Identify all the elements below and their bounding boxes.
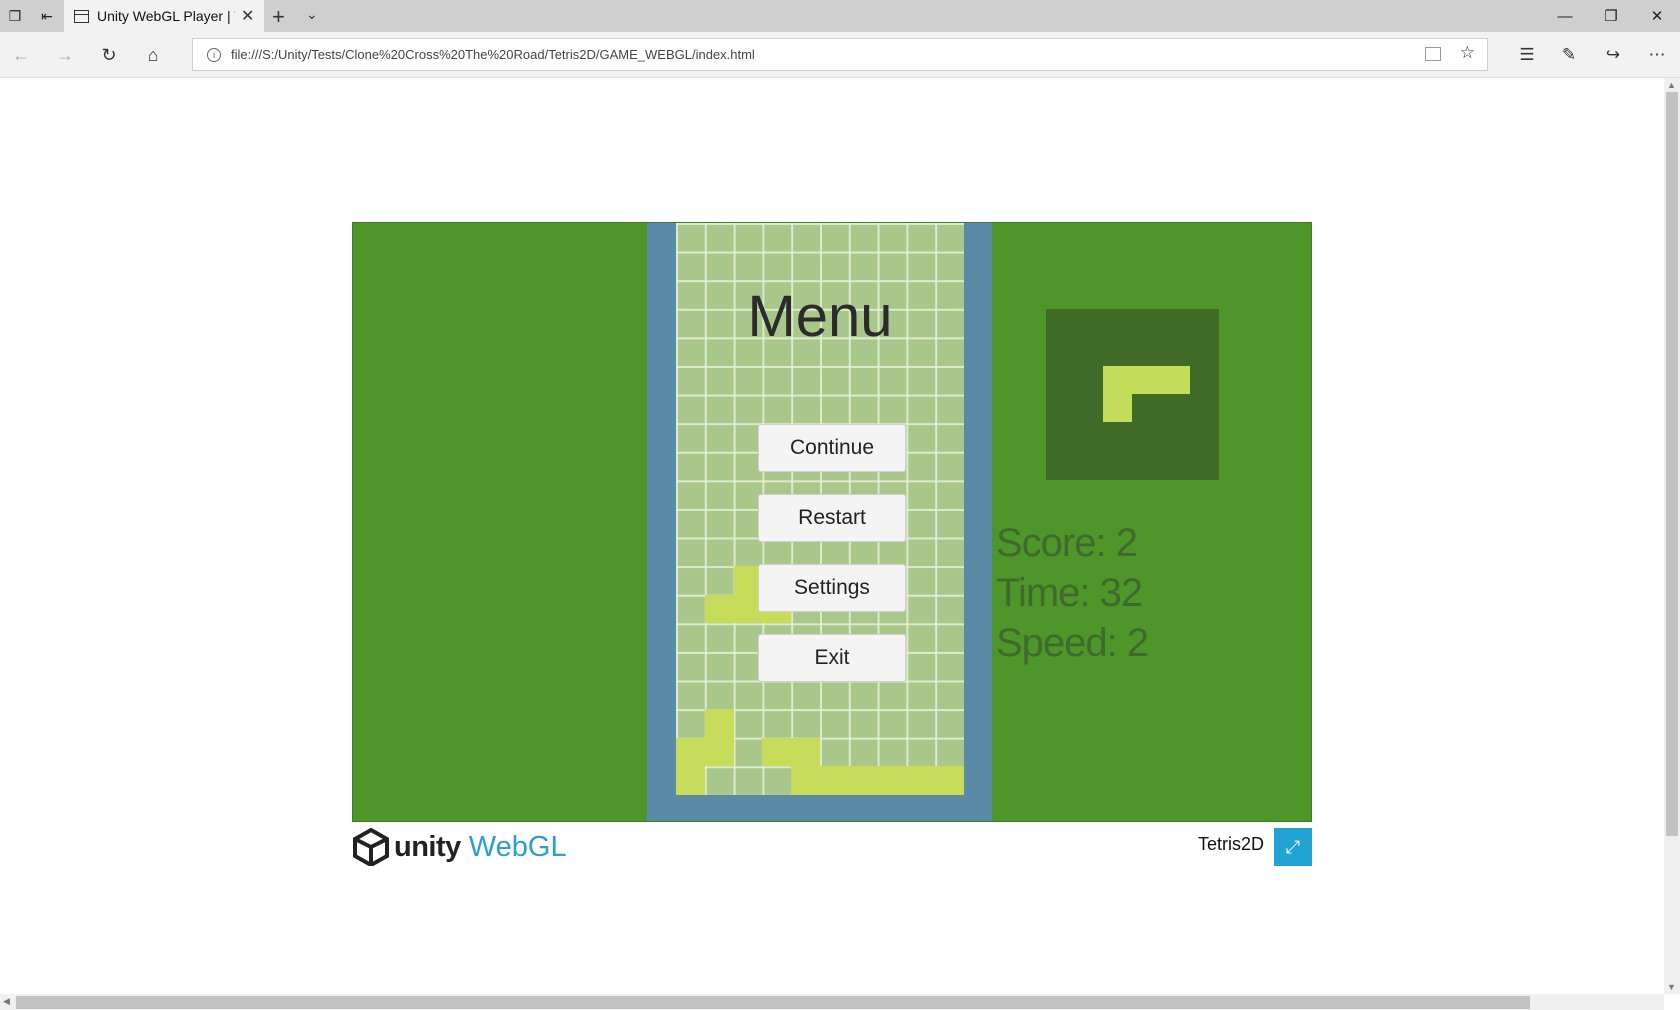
refresh-icon[interactable]: ↻ [96,42,122,68]
preview-block [1103,394,1132,422]
block [877,766,907,795]
block [704,594,734,624]
time-text: Time: 32 [996,571,1143,615]
block [676,737,705,767]
back-icon[interactable]: ← [8,42,34,68]
set-aside-tabs-icon[interactable]: ⇤ [36,6,58,26]
reading-view-icon[interactable] [1425,47,1441,61]
block [820,766,849,795]
exit-button[interactable]: Exit [758,634,906,682]
game-canvas[interactable]: Menu Continue Restart Settings Exit Scor… [352,222,1312,822]
block [791,766,820,795]
new-tab-icon[interactable]: + [272,4,285,30]
fullscreen-icon: ⤢ [1285,836,1301,857]
block [791,737,820,767]
score-text: Score: 2 [996,521,1138,565]
preview-block [1103,366,1132,394]
settings-button[interactable]: Settings [758,564,906,612]
block [762,737,792,767]
block [704,709,734,738]
logo-suffix: WebGL [468,830,567,863]
close-tab-icon[interactable]: ✕ [241,6,254,26]
next-piece-preview [1046,309,1219,480]
vertical-scrollbar[interactable]: ▲ ▼ [1664,78,1680,994]
horizontal-scroll-thumb[interactable] [16,996,1530,1009]
favorites-list-icon[interactable]: ☰ [1514,42,1540,68]
scroll-left-icon[interactable]: ◀ [3,996,10,1007]
unity-webgl-logo: unity WebGL [352,828,567,866]
unity-cube-icon [353,828,389,866]
info-icon[interactable]: i [207,47,221,62]
page-icon [74,9,89,23]
block [704,737,734,767]
minimize-icon[interactable]: — [1542,0,1588,32]
address-bar[interactable]: i file:///S:/Unity/Tests/Clone%20Cross%2… [192,38,1488,71]
url-text: file:///S:/Unity/Tests/Clone%20Cross%20T… [231,47,755,62]
tab-title: Unity WebGL Player | Te [97,8,235,24]
navigation-bar: ← → ↻ ⌂ i file:///S:/Unity/Tests/Clone%2… [0,32,1680,78]
game-name: Tetris2D [1197,834,1264,854]
tab-unity-webgl[interactable]: Unity WebGL Player | Te ✕ [64,0,264,32]
preview-block [1132,366,1161,394]
logo-word: unity [394,830,461,863]
fullscreen-button[interactable]: ⤢ [1274,828,1312,866]
forward-icon[interactable]: → [52,42,78,68]
tab-list-icon[interactable]: ❐ [4,6,26,26]
home-icon[interactable]: ⌂ [140,42,166,68]
horizontal-scrollbar[interactable]: ◀ [0,994,1664,1010]
block [906,766,936,795]
scroll-down-icon[interactable]: ▼ [1667,982,1676,992]
chevron-down-icon[interactable]: ⌄ [306,6,318,23]
block [676,766,705,795]
restore-icon[interactable]: ❐ [1588,0,1634,32]
preview-block [1161,366,1190,394]
more-icon[interactable]: ⋯ [1644,42,1670,68]
restart-button[interactable]: Restart [758,494,906,542]
pen-icon[interactable]: ✎ [1556,42,1582,68]
vertical-scroll-thumb[interactable] [1666,92,1678,836]
speed-text: Speed: 2 [996,621,1149,665]
continue-button[interactable]: Continue [758,424,906,472]
block [848,766,878,795]
favorite-star-icon[interactable]: ☆ [1460,43,1475,63]
menu-title: Menu [747,284,893,349]
block [935,766,964,795]
share-icon[interactable]: ↪ [1600,42,1626,68]
tab-strip: ❐ ⇤ Unity WebGL Player | Te ✕ + ⌄ — ❐ ✕ [0,0,1680,32]
window-close-icon[interactable]: ✕ [1634,0,1680,32]
scroll-up-icon[interactable]: ▲ [1667,80,1676,90]
